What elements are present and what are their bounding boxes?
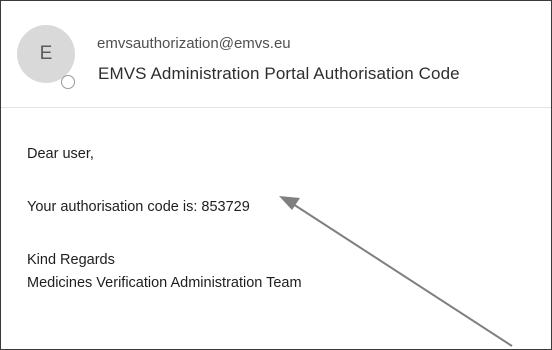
sender-email[interactable]: emvsauthorization@emvs.eu [97, 35, 291, 52]
signature-text: Medicines Verification Administration Te… [27, 275, 302, 291]
email-window: E emvsauthorization@emvs.eu EMVS Adminis… [0, 0, 552, 350]
greeting-text: Dear user, [27, 146, 94, 162]
email-subject: EMVS Administration Portal Authorisation… [98, 64, 460, 83]
email-header: E emvsauthorization@emvs.eu EMVS Adminis… [1, 1, 551, 107]
closing-text: Kind Regards [27, 252, 115, 268]
avatar-initial: E [39, 43, 53, 64]
presence-status-icon [61, 75, 75, 89]
header-divider [1, 107, 551, 108]
authorisation-code-text: Your authorisation code is: 853729 [27, 199, 250, 215]
